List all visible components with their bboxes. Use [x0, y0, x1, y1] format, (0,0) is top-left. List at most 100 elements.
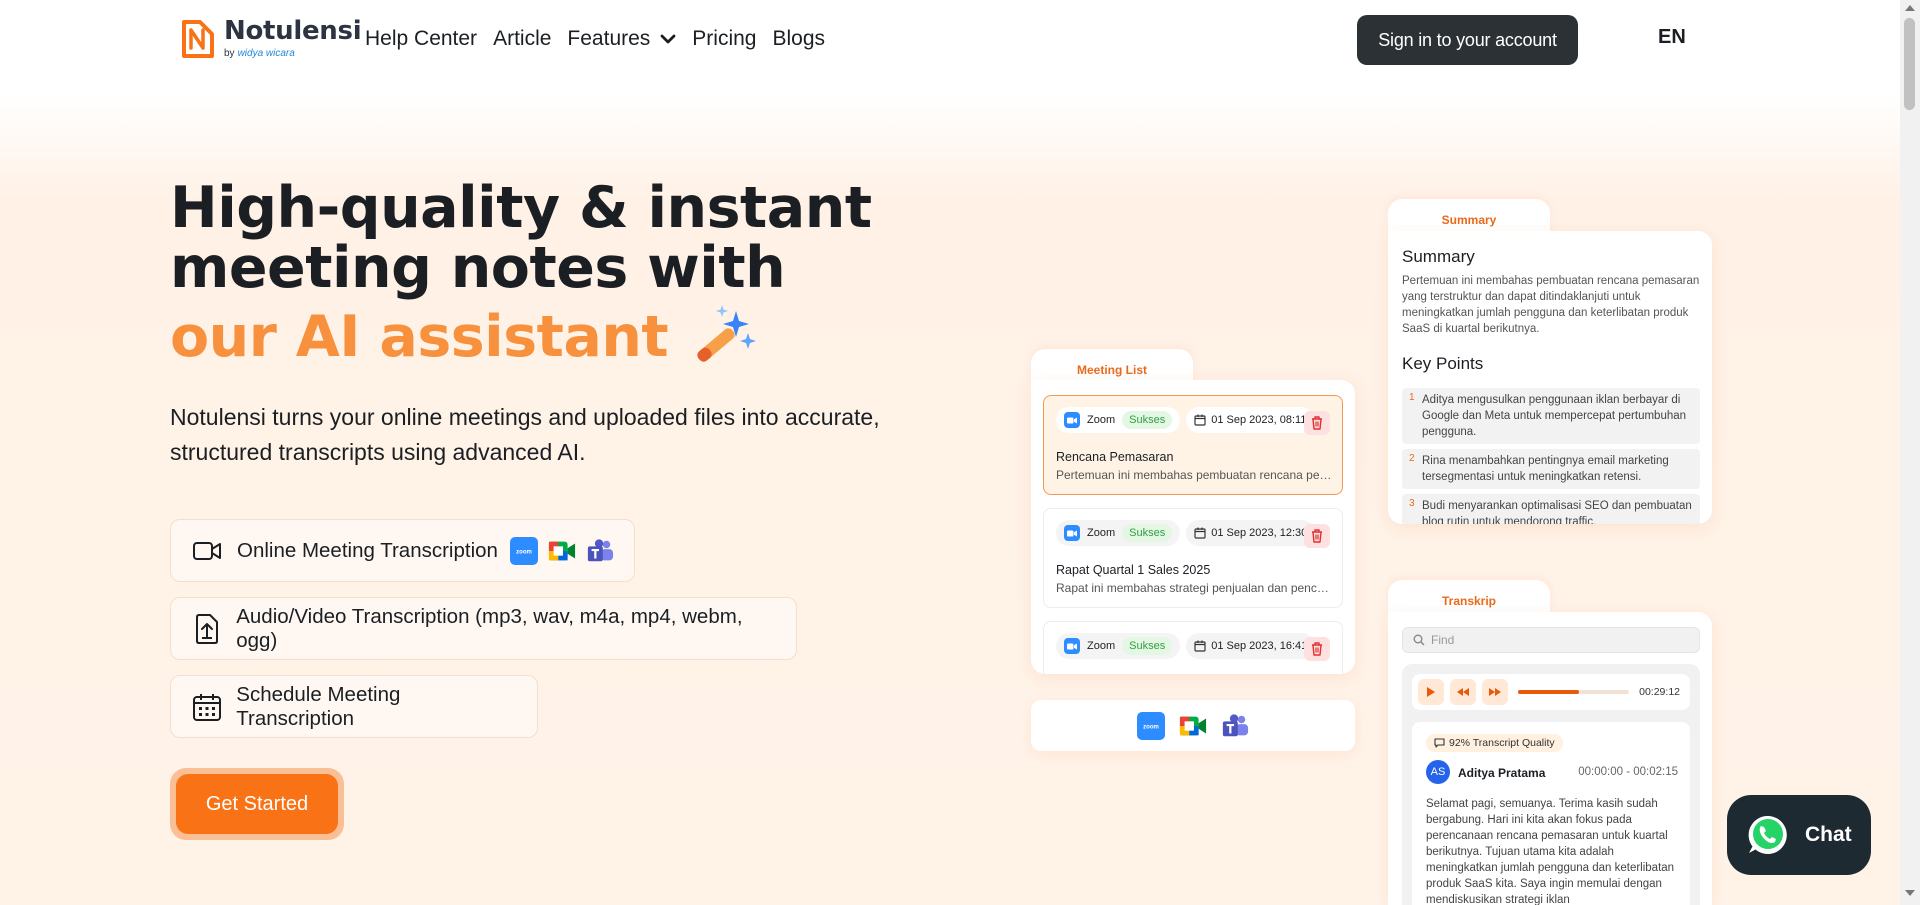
hero-subtext: Notulensi turns your online meetings and…	[170, 404, 880, 465]
audio-player: 00:29:12	[1412, 674, 1690, 710]
google-meet-icon	[1179, 712, 1207, 740]
top-nav: Notulensi by widya wicara Help Center Ar…	[0, 0, 1900, 90]
nav-features-label: Features	[567, 27, 651, 50]
play-icon	[1427, 687, 1435, 697]
get-started-button[interactable]: Get Started	[176, 774, 338, 834]
signin-button[interactable]: Sign in to your account	[1357, 15, 1578, 65]
key-point: 1 Aditya mengusulkan penggunaan iklan be…	[1402, 388, 1700, 444]
tab-summary[interactable]: Summary	[1388, 199, 1550, 235]
feature-online-meeting: Online Meeting Transcription zoom	[170, 519, 635, 582]
summary-heading: Summary	[1402, 247, 1475, 266]
nav-article[interactable]: Article	[493, 27, 551, 51]
tab-transkrip[interactable]: Transkrip	[1388, 580, 1550, 616]
platform-label: Zoom	[1087, 414, 1116, 426]
whatsapp-chat-button[interactable]: Chat	[1727, 795, 1871, 875]
nav-links: Help Center Article Features Pricing Blo…	[365, 27, 825, 51]
meeting-desc: Rapat ini membahas strategi penjualan da…	[1056, 581, 1334, 595]
scrollbar[interactable]	[1900, 0, 1920, 905]
logo-by: by	[224, 48, 235, 59]
feature-label: Schedule Meeting Transcription	[236, 682, 401, 730]
feature-label: Audio/Video Transcription (mp3, wav, m4a…	[236, 604, 743, 652]
summary-text: Pertemuan ini membahas pembuatan rencana…	[1402, 275, 1700, 335]
zoom-icon	[1064, 638, 1080, 654]
chat-label: Chat	[1805, 823, 1852, 846]
rewind-button[interactable]	[1450, 679, 1476, 705]
key-point: 2 Rina menambahkan pentingnya email mark…	[1402, 449, 1700, 489]
find-placeholder: Find	[1431, 633, 1455, 647]
rewind-icon	[1457, 688, 1469, 696]
status-badge: Sukses	[1122, 524, 1173, 542]
calendar-icon	[192, 693, 221, 721]
scroll-up-arrow[interactable]	[1905, 5, 1915, 11]
trash-icon	[1312, 416, 1322, 430]
status-badge: Sukses	[1122, 637, 1173, 655]
scroll-down-arrow[interactable]	[1905, 890, 1915, 896]
chevron-down-icon	[660, 34, 676, 43]
meeting-item[interactable]: Zoom Sukses 01 Sep 2023, 16:41	[1043, 621, 1343, 674]
nav-features[interactable]: Features	[567, 27, 676, 51]
feature-schedule: Schedule Meeting Transcription	[170, 675, 538, 738]
meeting-item[interactable]: Zoom Sukses 01 Sep 2023, 12:30 Rapat Qua…	[1043, 508, 1343, 608]
nav-help-center[interactable]: Help Center	[365, 27, 477, 51]
meeting-date: 01 Sep 2023, 08:11	[1211, 414, 1307, 426]
meeting-title: Rapat Quartal 1 Sales 2025	[1056, 563, 1211, 577]
svg-text:zoom: zoom	[516, 549, 532, 555]
magic-wand-icon	[697, 305, 757, 362]
delete-button[interactable]	[1304, 524, 1330, 548]
meeting-date: 01 Sep 2023, 16:41	[1211, 640, 1308, 652]
nav-pricing[interactable]: Pricing	[692, 27, 756, 51]
calendar-icon	[1194, 527, 1206, 539]
platform-label: Zoom	[1087, 640, 1116, 652]
key-points-heading: Key Points	[1402, 354, 1484, 373]
trash-icon	[1312, 642, 1322, 656]
hero-headline: High-quality & instant meeting notes wit…	[170, 178, 872, 371]
transcript-entry: 92% Transcript Quality AS Aditya Pratama…	[1412, 722, 1690, 905]
status-badge: Sukses	[1122, 411, 1173, 429]
meeting-desc: Pertemuan ini membahas pembuatan rencana…	[1056, 468, 1334, 482]
ms-teams-icon	[1221, 712, 1249, 740]
language-selector[interactable]: EN	[1658, 26, 1686, 49]
headline-line-2: meeting notes with	[170, 235, 786, 301]
nav-blogs[interactable]: Blogs	[773, 27, 826, 51]
transcript-panel: Find 00:29:12 92% Transcript Quality AS	[1388, 612, 1712, 905]
integrations-bar: zoom	[1031, 700, 1355, 751]
quality-badge: 92% Transcript Quality	[1426, 734, 1563, 752]
play-button[interactable]	[1418, 679, 1444, 705]
logo-partner: widya wicara	[237, 48, 295, 59]
trash-icon	[1312, 529, 1322, 543]
video-camera-icon	[193, 541, 221, 560]
feature-label: Online Meeting Transcription	[237, 538, 498, 562]
headline-accent: our AI assistant	[170, 304, 669, 370]
forward-button[interactable]	[1482, 679, 1508, 705]
platform-label: Zoom	[1087, 527, 1116, 539]
whatsapp-icon	[1748, 815, 1787, 854]
meeting-item[interactable]: Zoom Sukses 01 Sep 2023, 08:11 Rencana P…	[1043, 395, 1343, 495]
chat-bubble-icon	[1434, 738, 1445, 748]
meeting-date: 01 Sep 2023, 12:30	[1211, 527, 1308, 539]
svg-text:zoom: zoom	[1143, 724, 1159, 730]
google-meet-icon	[548, 537, 576, 565]
player-time: 00:29:12	[1639, 686, 1680, 698]
calendar-icon	[1194, 640, 1206, 652]
logo[interactable]: Notulensi by widya wicara	[178, 16, 362, 62]
headline-line-1: High-quality & instant	[170, 175, 872, 241]
feature-audio-video: Audio/Video Transcription (mp3, wav, m4a…	[170, 597, 797, 660]
file-upload-icon	[195, 613, 218, 644]
speaker-name: Aditya Pratama	[1458, 766, 1546, 780]
zoom-icon	[1064, 525, 1080, 541]
transcript-text: Selamat pagi, semuanya. Terima kasih sud…	[1426, 798, 1675, 905]
summary-panel: Summary Pertemuan ini membahas pembuatan…	[1388, 231, 1712, 524]
zoom-icon	[1064, 412, 1080, 428]
progress-track[interactable]	[1518, 690, 1630, 694]
scrollbar-thumb[interactable]	[1904, 18, 1915, 110]
zoom-icon: zoom	[509, 536, 538, 565]
find-input[interactable]: Find	[1402, 627, 1700, 653]
delete-button[interactable]	[1304, 411, 1330, 435]
fast-forward-icon	[1489, 688, 1501, 696]
delete-button[interactable]	[1304, 637, 1330, 661]
meeting-title: Rencana Pemasaran	[1056, 450, 1174, 464]
logo-name: Notulensi	[224, 16, 362, 46]
meeting-list-panel: Zoom Sukses 01 Sep 2023, 08:11 Rencana P…	[1031, 380, 1355, 674]
ms-teams-icon	[586, 537, 614, 565]
key-point: 3 Budi menyarankan optimalisasi SEO dan …	[1402, 494, 1700, 524]
